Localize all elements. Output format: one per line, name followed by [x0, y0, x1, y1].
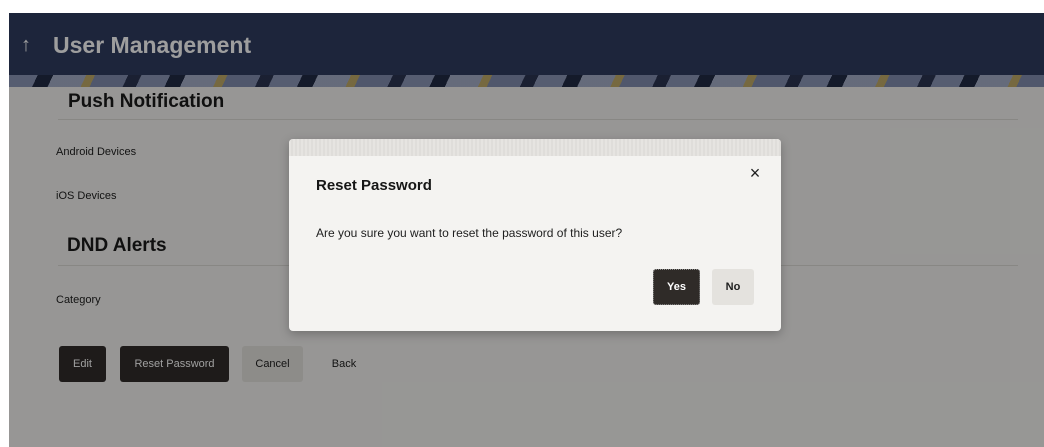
dialog-decorative-band — [289, 139, 781, 156]
no-button[interactable]: No — [712, 269, 754, 305]
reset-password-dialog: Reset Password × Are you sure you want t… — [289, 139, 781, 331]
dialog-message: Are you sure you want to reset the passw… — [316, 226, 623, 240]
yes-button[interactable]: Yes — [653, 269, 700, 305]
close-icon[interactable]: × — [745, 163, 765, 183]
dialog-title: Reset Password — [316, 177, 432, 194]
